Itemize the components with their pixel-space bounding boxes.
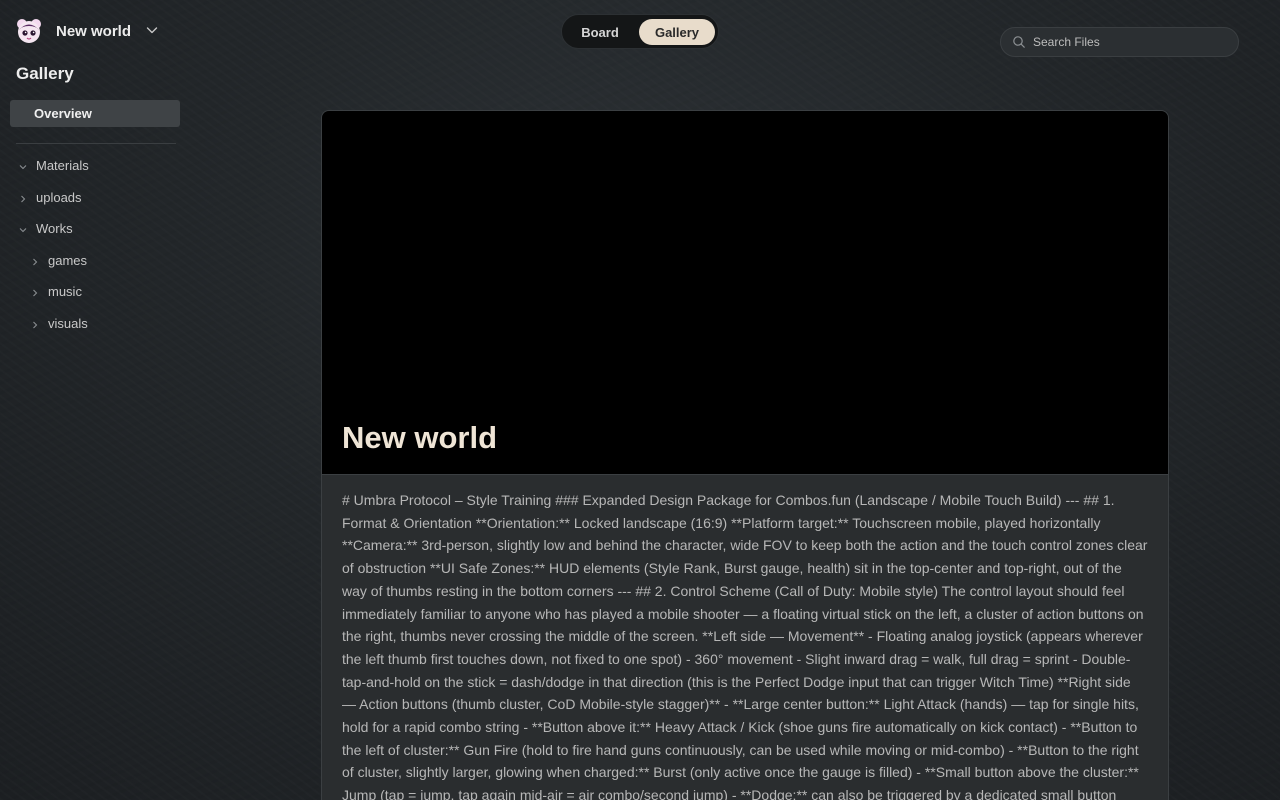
sidebar-divider	[16, 143, 176, 144]
tree-item-materials[interactable]: Materials	[18, 155, 89, 175]
tree-item-works[interactable]: Works	[18, 218, 73, 238]
search-bar	[1000, 27, 1239, 57]
search-icon	[1012, 35, 1026, 49]
chevron-right-icon	[18, 192, 28, 203]
board-tab[interactable]: Board	[570, 19, 630, 45]
card-description: # Umbra Protocol – Style Training ### Ex…	[342, 492, 1148, 800]
sidebar: New world Gallery Overview Materials upl…	[0, 0, 195, 800]
tree-item-label: Works	[36, 220, 73, 236]
card-title: New world	[342, 420, 498, 455]
sidebar-item-overview[interactable]: Overview	[10, 100, 180, 127]
sidebar-item-label: Overview	[34, 106, 92, 121]
chevron-down-icon	[18, 223, 28, 233]
search-input[interactable]	[1033, 35, 1223, 49]
chevron-right-icon	[30, 318, 40, 329]
workspace-switcher[interactable]: New world	[16, 18, 166, 44]
chevron-down-icon	[18, 160, 28, 170]
tree-item-label: games	[48, 252, 88, 268]
tree-item-label: Materials	[36, 157, 89, 173]
tree-item-uploads[interactable]: uploads	[18, 187, 82, 207]
tree-item-music[interactable]: music	[30, 281, 82, 301]
card-hero-image: New world	[322, 111, 1168, 475]
tree-item-visuals[interactable]: visuals	[30, 313, 88, 333]
chevron-right-icon	[30, 255, 40, 266]
tree-item-games[interactable]: games	[30, 250, 87, 270]
workspace-name: New world	[56, 22, 132, 40]
tree-item-label: uploads	[36, 189, 82, 205]
sidebar-title: Gallery	[16, 64, 74, 83]
avatar-logo-icon	[16, 18, 42, 44]
gallery-tab[interactable]: Gallery	[639, 19, 715, 45]
chevron-down-icon[interactable]	[144, 22, 160, 38]
view-toggle: Board Gallery	[561, 14, 719, 49]
tree-item-label: visuals	[48, 315, 88, 331]
gallery-card[interactable]: New world # Umbra Protocol – Style Train…	[321, 110, 1169, 800]
chevron-right-icon	[30, 286, 40, 297]
tree-item-label: music	[48, 283, 82, 299]
